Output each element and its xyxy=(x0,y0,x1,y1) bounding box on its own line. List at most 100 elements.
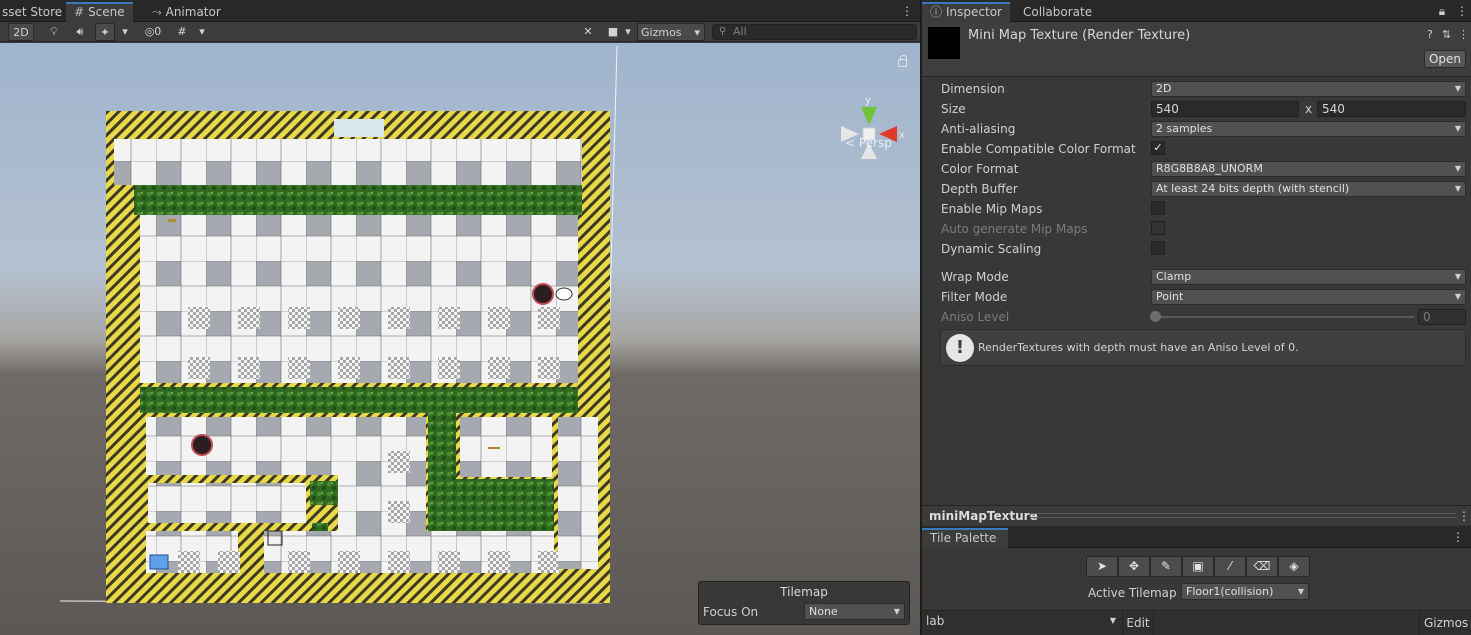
focus-on-dropdown[interactable]: None ▼ xyxy=(804,603,905,620)
preview-resize-grip[interactable] xyxy=(1030,513,1456,518)
color-format-label: Color Format xyxy=(941,162,1019,176)
tab-animator[interactable]: ⤳ Animator xyxy=(144,3,229,22)
gizmos-button[interactable]: Gizmos ▾ xyxy=(637,23,705,41)
size-height-field[interactable]: 540 xyxy=(1317,101,1466,117)
tab-collaborate[interactable]: Collaborate xyxy=(1015,3,1100,22)
scene-toolbar: 2D 💡︎ 🔊︎ ✦ ▾ ◎0 # ▾ ✕ ■ ▾ Gizmos ▾ ⚲ All xyxy=(0,22,920,42)
active-tilemap-dropdown[interactable]: Floor1(collision) ▼ xyxy=(1181,583,1309,600)
scene-tabbar: sset Store # Scene ⤳ Animator ⋮ xyxy=(0,0,920,22)
eraser-tool-icon[interactable]: ⌫ xyxy=(1246,556,1278,577)
tab-scene[interactable]: # Scene xyxy=(66,2,133,22)
tab-inspector[interactable]: ⓘ Inspector xyxy=(922,2,1010,22)
aniso-slider-track xyxy=(1157,316,1414,318)
size-width-field[interactable]: 540 xyxy=(1151,101,1299,117)
hash-icon: # xyxy=(74,5,85,19)
2d-toggle-button[interactable]: 2D xyxy=(8,23,34,41)
scene-search-input[interactable]: ⚲ All xyxy=(712,24,917,40)
chevron-down-icon: ▼ xyxy=(1109,616,1116,625)
asset-title: Mini Map Texture (Render Texture) xyxy=(968,28,1191,43)
select-tool-icon[interactable]: ➤ xyxy=(1086,556,1118,577)
anti-aliasing-value: 2 samples xyxy=(1156,122,1213,135)
hidden-count: 0 xyxy=(154,25,162,38)
lock-icon[interactable]: 🔒︎ xyxy=(1435,4,1449,19)
mip-maps-label: Enable Mip Maps xyxy=(941,202,1043,216)
tab-tile-palette[interactable]: Tile Palette xyxy=(922,528,1008,548)
palette-gizmos-button[interactable]: Gizmos xyxy=(1419,611,1471,635)
edit-palette-button[interactable]: Edit xyxy=(1122,611,1154,635)
hidden-objects-toggle[interactable]: ◎0 xyxy=(139,23,167,41)
filter-mode-dropdown[interactable]: Point ▼ xyxy=(1151,289,1466,305)
dimension-value: 2D xyxy=(1156,82,1172,95)
picker-tool-icon[interactable]: ⁄ xyxy=(1214,556,1246,577)
persp-toggle[interactable]: < Persp xyxy=(845,136,892,150)
anti-aliasing-dropdown[interactable]: 2 samples ▼ xyxy=(1151,121,1466,137)
texture-thumbnail xyxy=(928,27,960,59)
active-tilemap-label: Active Tilemap xyxy=(1088,586,1177,600)
preview-menu-icon[interactable]: ⋮ xyxy=(1457,509,1471,523)
size-label: Size xyxy=(941,102,966,116)
tilemap-level[interactable] xyxy=(106,111,610,603)
help-icon[interactable]: ? xyxy=(1427,28,1433,41)
dynamic-scaling-label: Dynamic Scaling xyxy=(941,242,1042,256)
lighting-toggle-icon[interactable]: 💡︎ xyxy=(44,23,64,41)
inspector-menu-icon[interactable]: ⋮ xyxy=(1455,4,1469,18)
aniso-slider-knob xyxy=(1150,311,1161,322)
paint-tool-icon[interactable]: ✎ xyxy=(1150,556,1182,577)
info-icon: ⓘ xyxy=(930,5,943,19)
anti-aliasing-label: Anti-aliasing xyxy=(941,122,1016,136)
eye-slash-icon: ◎ xyxy=(144,25,155,38)
tab-collaborate-label: Collaborate xyxy=(1023,5,1093,19)
tools-icon[interactable]: ✕ xyxy=(578,23,598,41)
gizmos-dropdown-icon: ▾ xyxy=(694,26,700,39)
auto-mip-checkbox xyxy=(1151,221,1165,235)
camera-dropdown-icon[interactable]: ▾ xyxy=(622,23,634,41)
dynamic-scaling-checkbox[interactable] xyxy=(1151,241,1165,255)
color-format-dropdown[interactable]: R8G8B8A8_UNORM ▼ xyxy=(1151,161,1466,177)
gizmos-label: Gizmos xyxy=(641,26,682,39)
audio-toggle-icon[interactable]: 🔊︎ xyxy=(70,23,90,41)
chevron-down-icon: ▼ xyxy=(1454,124,1461,133)
scene-viewport[interactable]: y x < Persp xyxy=(0,43,920,635)
wrap-mode-dropdown[interactable]: Clamp ▼ xyxy=(1151,269,1466,285)
help-text: RenderTextures with depth must have an A… xyxy=(978,341,1299,354)
lock-icon[interactable] xyxy=(898,55,907,67)
presets-icon[interactable]: ⇅ xyxy=(1442,28,1451,41)
preview-header[interactable]: miniMapTexture ⋮ xyxy=(922,505,1471,525)
help-box: ! RenderTextures with depth must have an… xyxy=(940,329,1466,366)
orientation-gizmo[interactable]: y x xyxy=(835,93,907,173)
palette-select-dropdown[interactable]: lab ▼ xyxy=(926,614,1120,632)
asset-header: Mini Map Texture (Render Texture) ? ⇅ ⋮ … xyxy=(922,22,1471,77)
tab-scene-label: Scene xyxy=(88,5,125,19)
open-button[interactable]: Open xyxy=(1424,50,1466,68)
grid-toggle-icon[interactable]: # xyxy=(172,23,192,41)
preview-title: miniMapTexture xyxy=(929,509,1038,523)
palette-menu-icon[interactable]: ⋮ xyxy=(1451,530,1465,544)
move-tool-icon[interactable]: ✥ xyxy=(1118,556,1150,577)
dimension-dropdown[interactable]: 2D ▼ xyxy=(1151,81,1466,97)
asset-menu-icon[interactable]: ⋮ xyxy=(1458,28,1469,41)
scene-menu-icon[interactable]: ⋮ xyxy=(900,4,914,18)
gizmo-y-label: y xyxy=(865,95,871,106)
tilemap-overlay-title: Tilemap xyxy=(780,585,828,599)
chevron-down-icon: ▼ xyxy=(1454,164,1461,173)
floor-right-room xyxy=(460,417,552,477)
depth-buffer-dropdown[interactable]: At least 24 bits depth (with stencil) ▼ xyxy=(1151,181,1466,197)
tab-asset-store[interactable]: sset Store xyxy=(0,3,70,22)
floor-lower-room xyxy=(146,417,426,475)
fill-tool-icon[interactable]: ◈ xyxy=(1278,556,1310,577)
grass-strip-mid xyxy=(140,387,578,413)
box-fill-tool-icon[interactable]: ▣ xyxy=(1182,556,1214,577)
floor-top-room xyxy=(114,139,582,185)
dimension-label: Dimension xyxy=(941,82,1005,96)
grid-dropdown-icon[interactable]: ▾ xyxy=(195,23,209,41)
chevron-down-icon: ▼ xyxy=(893,607,900,616)
effects-dropdown-icon[interactable]: ▾ xyxy=(118,23,132,41)
camera-icon[interactable]: ■ xyxy=(603,23,623,41)
search-icon: ⚲ xyxy=(719,26,727,37)
mip-maps-checkbox[interactable] xyxy=(1151,201,1165,215)
compatible-color-checkbox[interactable]: ✓ xyxy=(1151,141,1165,155)
floor-corridor xyxy=(148,483,306,523)
depth-buffer-label: Depth Buffer xyxy=(941,182,1018,196)
effects-toggle-icon[interactable]: ✦ xyxy=(95,23,115,41)
palette-toolbar: lab ▼ Edit Gizmos xyxy=(922,610,1471,635)
